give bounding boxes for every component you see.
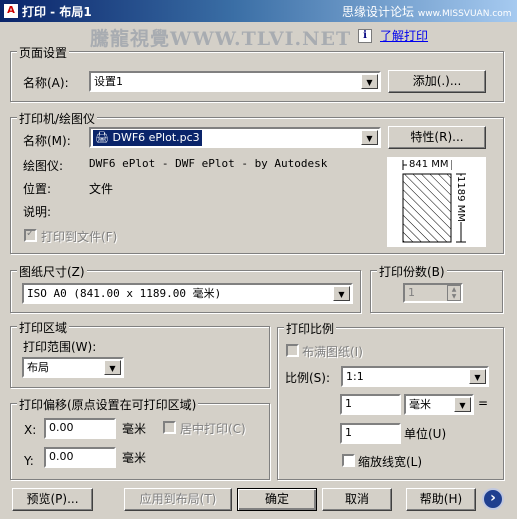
plotter-icon: 🖨 [95, 131, 109, 144]
plot-scale-legend: 打印比例 [284, 320, 337, 337]
location-value: 文件 [89, 182, 114, 196]
plot-range-select[interactable]: 布局 ▼ [22, 357, 124, 378]
paper-size-value: ISO A0 (841.00 x 1189.00 毫米) [27, 287, 222, 300]
info-icon: i [358, 29, 372, 43]
copies-spinner[interactable]: ▲ ▼ [447, 285, 461, 301]
cancel-button[interactable]: 取消 [322, 488, 392, 511]
title-right-main: 思缘设计论坛 [342, 5, 415, 19]
scale-lineweights-checkbox[interactable] [342, 454, 355, 467]
center-plot-checkbox[interactable] [163, 421, 176, 434]
fit-to-paper-checkbox[interactable] [286, 344, 299, 357]
equals-sign: = [478, 396, 489, 410]
offset-x-unit: 毫米 [122, 422, 147, 436]
plot-to-file-label: 打印到文件(F) [41, 230, 118, 244]
copies-legend: 打印份数(B) [377, 263, 447, 280]
preview-button[interactable]: 预览(P)... [12, 488, 93, 511]
app-icon: A [3, 3, 19, 19]
title-watermark-text: 思缘设计论坛 www.MISSVUAN.com [342, 3, 512, 20]
plot-area-legend: 打印区域 [17, 319, 70, 336]
scale-unit-select[interactable]: 毫米 ▼ [404, 394, 474, 415]
spinner-up-icon[interactable]: ▲ [448, 286, 460, 293]
paper-preview [387, 157, 486, 247]
scale-select[interactable]: 1:1 ▼ [341, 366, 489, 387]
offset-y-label: Y: [24, 454, 34, 468]
printer-name-text: DWF6 ePlot.pc3 [112, 131, 200, 144]
scale-lineweights-label: 缩放线宽(L) [358, 455, 423, 469]
ok-button[interactable]: 确定 [237, 488, 317, 511]
chevron-down-icon[interactable]: ▼ [469, 369, 486, 384]
page-setup-name-select[interactable]: 设置1 ▼ [89, 71, 381, 92]
scale-value1-input[interactable]: 1 [340, 394, 401, 415]
scale-unit-value: 毫米 [409, 398, 431, 411]
page-setup-name-value: 设置1 [94, 75, 123, 88]
printer-name-label: 名称(M): [23, 134, 71, 148]
window-title: 打印 - 布局1 [22, 5, 92, 19]
plot-range-label: 打印范围(W): [23, 340, 97, 354]
offset-y-unit: 毫米 [122, 451, 147, 465]
plotter-value: DWF6 ePlot - DWF ePlot - by Autodesk [89, 157, 328, 170]
add-button[interactable]: 添加(.)... [388, 70, 486, 93]
scale-value2-input[interactable]: 1 [340, 423, 401, 444]
fit-to-paper-label: 布满图纸(I) [302, 345, 363, 359]
help-button[interactable]: 帮助(H) [406, 488, 476, 511]
chevron-down-icon[interactable]: ▼ [454, 397, 471, 412]
paper-size-legend: 图纸尺寸(Z) [17, 263, 87, 280]
watermark: 騰龍視覺WWW.TLVI.NET [90, 28, 352, 50]
preview-height-label: 1189 MM [455, 176, 466, 222]
preview-width-label: 841 MM [407, 159, 451, 170]
expand-button[interactable]: › [482, 488, 504, 510]
offset-y-input[interactable]: 0.00 [44, 447, 116, 468]
chevron-down-icon[interactable]: ▼ [104, 360, 121, 375]
title-right-small: www.MISSVUAN.com [417, 9, 512, 19]
spinner-down-icon[interactable]: ▼ [448, 293, 460, 300]
unit-label: 单位(U) [404, 427, 447, 441]
paper-preview-drawing [402, 160, 466, 243]
printer-name-value: 🖨 DWF6 ePlot.pc3 [93, 130, 202, 146]
printer-name-select[interactable]: 🖨 DWF6 ePlot.pc3 ▼ [89, 127, 381, 148]
paper-size-select[interactable]: ISO A0 (841.00 x 1189.00 毫米) ▼ [22, 283, 353, 304]
description-label: 说明: [23, 205, 52, 219]
learn-print-link[interactable]: 了解打印 [380, 27, 428, 44]
plot-offset-group [10, 403, 270, 480]
apply-to-layout-button[interactable]: 应用到布局(T) [124, 488, 232, 511]
page-setup-name-label: 名称(A): [23, 76, 69, 90]
expand-arrow-icon: › [490, 490, 496, 506]
center-plot-label: 居中打印(C) [180, 422, 246, 436]
chevron-down-icon[interactable]: ▼ [361, 130, 378, 145]
offset-x-label: X: [24, 423, 37, 437]
properties-button[interactable]: 特性(R)... [388, 126, 486, 149]
scale-label: 比例(S): [285, 371, 331, 385]
scale-value: 1:1 [346, 370, 364, 383]
plotter-label: 绘图仪: [23, 159, 64, 173]
chevron-down-icon[interactable]: ▼ [361, 74, 378, 89]
printer-legend: 打印机/绘图仪 [17, 110, 98, 127]
location-label: 位置: [23, 182, 52, 196]
plot-offset-legend: 打印偏移(原点设置在可打印区域) [17, 396, 199, 413]
plot-to-file-checkbox[interactable] [24, 228, 37, 242]
offset-x-input[interactable]: 0.00 [44, 418, 116, 439]
page-setup-legend: 页面设置 [17, 44, 70, 61]
chevron-down-icon[interactable]: ▼ [333, 286, 350, 301]
plot-range-value: 布局 [27, 361, 49, 374]
